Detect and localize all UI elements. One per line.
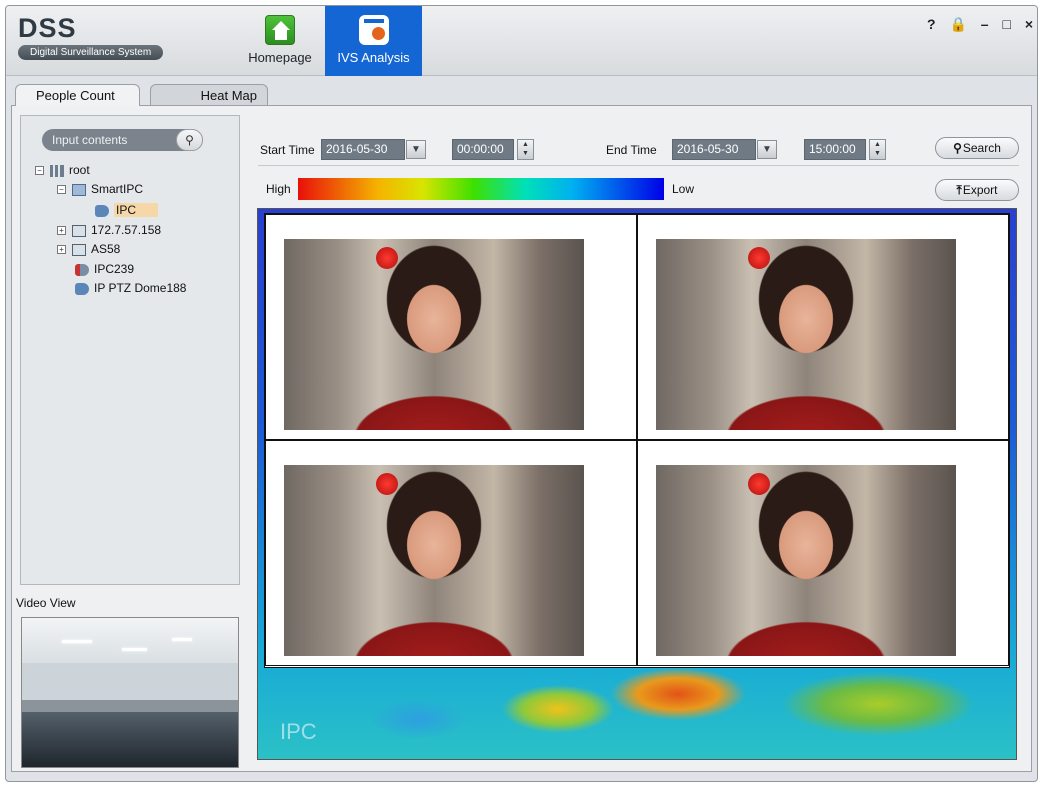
lock-button[interactable]: 🔒 [949,16,966,32]
app-title: DSS [18,13,77,43]
nav-homepage-label: Homepage [248,50,312,65]
expand-icon[interactable]: + [57,245,66,255]
snapshot-cell[interactable] [637,214,1009,440]
end-date-field[interactable]: 2016-05-30 ▼ [672,139,777,160]
dvr-icon [72,243,86,256]
collapse-icon[interactable]: − [57,185,66,195]
video-light [62,640,92,643]
nav-ivs-label: IVS Analysis [337,50,410,65]
legend-low-label: Low [672,182,695,196]
flower-decoration [376,247,398,269]
start-time-field[interactable]: 00:00:00 ▲ ▼ [452,139,534,160]
flower-decoration [376,473,398,495]
tree-node-root[interactable]: − root [35,161,90,179]
heat-legend-gradient [298,178,664,200]
video-view-thumbnail[interactable] [21,617,239,768]
snapshot-cell[interactable] [637,440,1009,666]
ivs-analysis-icon [358,15,389,45]
snapshot-image [284,465,584,656]
search-input[interactable] [42,129,180,151]
end-time-label: End Time [606,143,657,157]
tree-node-ptz-dome188[interactable]: IP PTZ Dome188 [75,279,186,297]
tree-node-172-7-57-158[interactable]: +172.7.57.158 [57,221,161,239]
help-button[interactable]: ? [927,16,936,32]
legend-high-label: High [266,182,291,196]
search-icon[interactable]: ⚲ [176,129,203,151]
start-time-label: Start Time [260,143,315,157]
video-ceiling [22,618,238,663]
tree-node-as58[interactable]: + AS58 [57,240,120,258]
ptz-camera-icon [75,282,89,295]
flower-decoration [748,473,770,495]
home-icon [265,15,295,45]
nav-ivs-analysis[interactable]: IVS Analysis [325,6,422,76]
device-tree-panel: ⚲ −root −SmartIPC IPC +172.7.57.158 +AS5… [20,115,240,585]
tab-heat-map[interactable]: Heat Map [150,84,268,106]
tree-node-smartipc[interactable]: − SmartIPC [57,180,143,198]
dvr-icon [72,224,86,237]
window-controls: ? 🔒 – □ × [917,16,1033,33]
divider [258,165,1019,166]
flower-decoration [748,247,770,269]
app-subtitle: Digital Surveillance System [18,45,164,60]
app-window: DSS Digital Surveillance System Homepage… [5,5,1038,782]
end-time-field[interactable]: 15:00:00 ▲ ▼ [804,139,886,160]
chevron-down-icon[interactable]: ▼ [757,140,777,159]
video-office-desks [22,712,238,767]
snapshot-image [284,239,584,430]
nav-homepage[interactable]: Homepage [242,6,318,76]
search-button[interactable]: ⚲Search [935,137,1019,159]
export-icon: ⤒ [956,183,962,197]
title-bar: DSS Digital Surveillance System Homepage… [6,6,1037,76]
app-logo: DSS Digital Surveillance System [18,13,164,60]
camera-offline-icon [75,263,89,276]
network-icon [72,183,86,196]
export-button[interactable]: ⤒Export [935,179,1019,201]
start-date-field[interactable]: 2016-05-30 ▼ [321,139,426,160]
minimize-button[interactable]: – [981,16,989,32]
time-spinner-icon[interactable]: ▲ ▼ [869,139,886,160]
snapshot-grid [264,213,1010,668]
snapshot-image [656,239,956,430]
tree-node-ipc239[interactable]: IPC239 [75,260,134,278]
search-box: ⚲ [42,129,203,151]
search-icon: ⚲ [953,141,962,155]
snapshot-cell[interactable] [265,214,637,440]
tab-people-count[interactable]: People Count [15,84,140,106]
close-button[interactable]: × [1025,16,1033,32]
snapshot-cell[interactable] [265,440,637,666]
video-light [122,648,147,651]
heat-map-channel-label: IPC [280,719,317,744]
root-icon [50,164,64,177]
tree-node-ipc[interactable]: IPC [95,201,159,219]
snapshot-image [656,465,956,656]
chevron-down-icon[interactable]: ▼ [406,140,426,159]
video-light [172,638,192,641]
maximize-button[interactable]: □ [1002,16,1010,32]
video-view-label: Video View [16,596,76,610]
expand-icon[interactable]: + [57,226,66,236]
collapse-icon[interactable]: − [35,166,44,176]
main-content: ⚲ −root −SmartIPC IPC +172.7.57.158 +AS5… [11,105,1032,772]
camera-icon [95,204,109,217]
time-spinner-icon[interactable]: ▲ ▼ [517,139,534,160]
